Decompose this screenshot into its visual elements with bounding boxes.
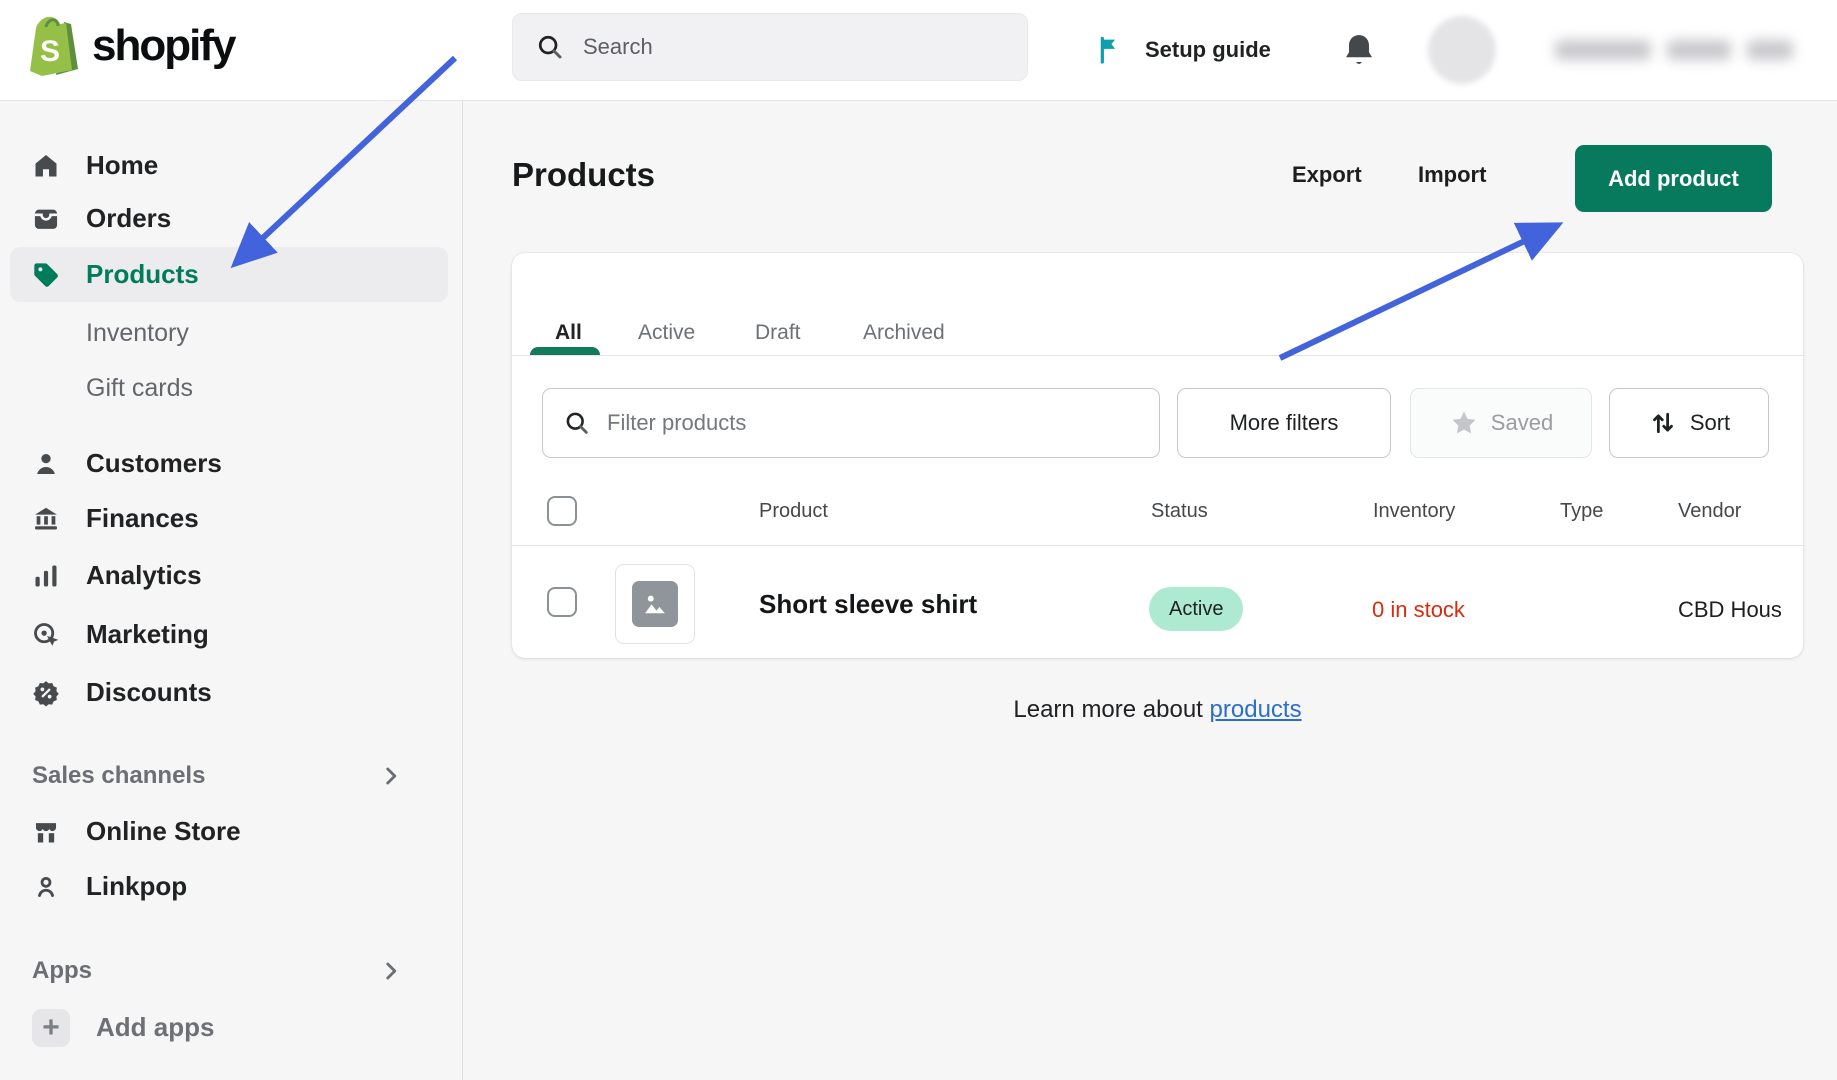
column-header-product[interactable]: Product — [759, 500, 828, 523]
home-icon — [32, 152, 60, 180]
saved-label: Saved — [1491, 410, 1553, 436]
svg-text:S: S — [40, 35, 60, 68]
tab-draft[interactable]: Draft — [755, 321, 801, 345]
setup-guide-button[interactable]: Setup guide — [1095, 0, 1271, 100]
learn-more-text: Learn more about — [1013, 696, 1202, 723]
notifications-bell-icon[interactable] — [1340, 30, 1378, 70]
linkpop-person-icon — [32, 873, 60, 901]
filter-placeholder: Filter products — [607, 410, 746, 436]
divider — [512, 355, 1803, 356]
account-name-redacted[interactable] — [1555, 40, 1793, 60]
add-apps-label: Add apps — [96, 1012, 214, 1043]
marketing-target-icon — [32, 621, 60, 649]
filter-products-input[interactable]: Filter products — [542, 388, 1160, 458]
sidebar-item-label: Linkpop — [86, 871, 187, 902]
active-tab-indicator — [530, 347, 600, 355]
setup-guide-label: Setup guide — [1145, 37, 1271, 63]
sidebar-item-label: Marketing — [86, 619, 209, 650]
sidebar-item-inventory[interactable]: Inventory — [10, 306, 448, 361]
sidebar-item-gift-cards[interactable]: Gift cards — [10, 361, 448, 416]
orders-icon — [32, 205, 60, 233]
sidebar-item-products[interactable]: Products — [10, 247, 448, 302]
image-placeholder-icon — [632, 581, 678, 627]
shopify-bag-icon: S — [26, 15, 82, 77]
sidebar-item-label: Gift cards — [86, 374, 193, 403]
sort-arrows-icon — [1648, 408, 1678, 438]
sidebar-item-label: Orders — [86, 203, 171, 234]
sales-channels-section-header[interactable]: Sales channels — [32, 756, 432, 796]
sidebar-item-label: Inventory — [86, 319, 189, 348]
analytics-bars-icon — [32, 562, 60, 590]
inventory-cell: 0 in stock — [1372, 597, 1465, 623]
page-title: Products — [512, 156, 655, 194]
apps-section-header[interactable]: Apps — [32, 951, 432, 991]
discounts-percent-icon — [32, 679, 60, 707]
sidebar-item-online-store[interactable]: Online Store — [10, 804, 448, 859]
add-product-button[interactable]: Add product — [1575, 145, 1772, 212]
tab-all[interactable]: All — [555, 321, 582, 345]
shopify-admin-screen: S shopify Search Setup guide — [0, 0, 1837, 1080]
sort-button[interactable]: Sort — [1609, 388, 1769, 458]
global-search-input[interactable]: Search — [512, 13, 1028, 81]
sidebar-item-label: Products — [86, 259, 199, 290]
plus-icon: + — [32, 1009, 70, 1047]
column-header-type[interactable]: Type — [1560, 500, 1603, 523]
customers-icon — [32, 450, 60, 478]
sidebar-item-customers[interactable]: Customers — [10, 436, 448, 491]
search-icon — [535, 32, 565, 62]
tab-active[interactable]: Active — [638, 321, 695, 345]
export-button[interactable]: Export — [1292, 162, 1362, 188]
sidebar-item-label: Analytics — [86, 560, 202, 591]
sidebar-item-orders[interactable]: Orders — [10, 191, 448, 246]
sidebar-item-label: Home — [86, 150, 158, 181]
status-badge: Active — [1149, 587, 1243, 631]
sidebar-item-label: Online Store — [86, 816, 241, 847]
chevron-right-icon — [378, 958, 404, 984]
select-all-checkbox[interactable] — [547, 496, 577, 526]
online-store-icon — [32, 818, 60, 846]
products-card: All Active Draft Archived Filter product… — [512, 253, 1803, 658]
top-bar: S shopify Search Setup guide — [0, 0, 1837, 101]
sidebar-item-analytics[interactable]: Analytics — [10, 548, 448, 603]
learn-more-footer: Learn more about products — [512, 696, 1803, 724]
sidebar-item-marketing[interactable]: Marketing — [10, 607, 448, 662]
import-button[interactable]: Import — [1418, 162, 1486, 188]
products-tag-icon — [32, 261, 60, 289]
sales-channels-label: Sales channels — [32, 762, 205, 790]
search-icon — [563, 409, 591, 437]
apps-label: Apps — [32, 957, 92, 985]
divider — [512, 545, 1803, 546]
more-filters-button[interactable]: More filters — [1177, 388, 1391, 458]
column-header-vendor[interactable]: Vendor — [1678, 500, 1741, 523]
shopify-wordmark: shopify — [92, 21, 234, 71]
tab-archived[interactable]: Archived — [863, 321, 945, 345]
flag-icon — [1095, 33, 1127, 67]
sort-label: Sort — [1690, 410, 1730, 436]
sidebar-item-label: Finances — [86, 503, 199, 534]
product-name-link[interactable]: Short sleeve shirt — [759, 589, 977, 620]
product-thumbnail[interactable] — [615, 564, 695, 644]
shopify-logo[interactable]: S shopify — [26, 15, 234, 77]
row-checkbox[interactable] — [547, 587, 577, 617]
sidebar-item-label: Discounts — [86, 677, 212, 708]
vendor-cell: CBD Hous — [1678, 597, 1782, 623]
star-icon — [1449, 408, 1479, 438]
account-avatar[interactable] — [1428, 16, 1496, 84]
sidebar-nav: Home Orders Products Inventory Gift card… — [0, 100, 463, 1080]
sidebar-item-add-apps[interactable]: + Add apps — [10, 1000, 448, 1055]
column-header-status[interactable]: Status — [1151, 500, 1208, 523]
saved-filters-button[interactable]: Saved — [1410, 388, 1592, 458]
chevron-right-icon — [378, 763, 404, 789]
sidebar-item-discounts[interactable]: Discounts — [10, 665, 448, 720]
sidebar-item-finances[interactable]: Finances — [10, 491, 448, 546]
column-header-inventory[interactable]: Inventory — [1373, 500, 1455, 523]
sidebar-item-linkpop[interactable]: Linkpop — [10, 859, 448, 914]
sidebar-item-home[interactable]: Home — [10, 138, 448, 193]
finances-bank-icon — [32, 505, 60, 533]
sidebar-item-label: Customers — [86, 448, 222, 479]
search-placeholder: Search — [583, 34, 653, 60]
products-help-link[interactable]: products — [1210, 696, 1302, 723]
